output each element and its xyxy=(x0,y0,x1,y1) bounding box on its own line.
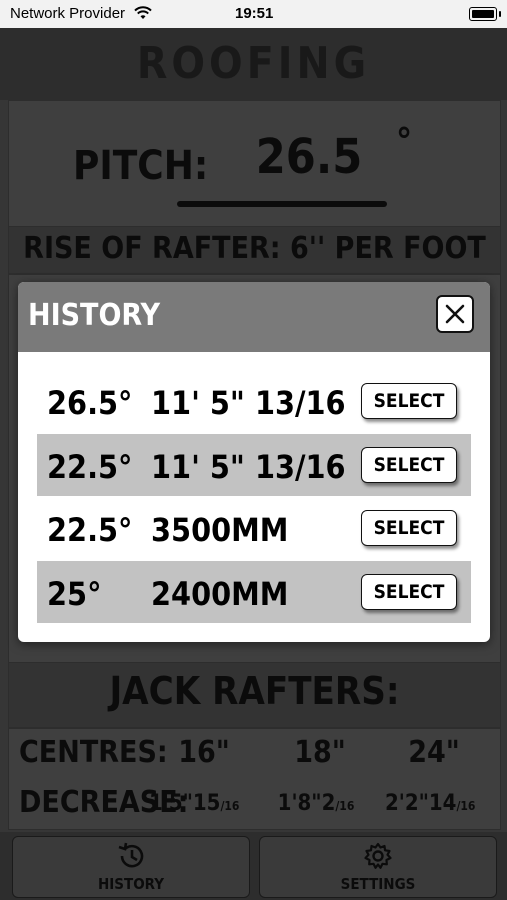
history-pitch: 22.5° xyxy=(47,511,133,549)
history-length: 3500MM xyxy=(151,511,289,549)
select-button[interactable]: SELECT xyxy=(361,447,457,483)
status-bar: Network Provider 19:51 xyxy=(0,0,507,28)
select-button[interactable]: SELECT xyxy=(361,510,457,546)
history-length: 11' 5" 13/16 xyxy=(151,448,346,486)
modal-title: HISTORY xyxy=(28,298,161,333)
history-pitch: 22.5° xyxy=(47,448,133,486)
carrier-label: Network Provider xyxy=(10,5,126,22)
close-icon xyxy=(445,304,465,324)
history-row: 22.5° 3500MM SELECT xyxy=(37,497,471,559)
select-button[interactable]: SELECT xyxy=(361,383,457,419)
history-length: 11' 5" 13/16 xyxy=(151,384,346,422)
modal-header: HISTORY xyxy=(18,282,490,352)
wifi-icon xyxy=(134,6,152,24)
history-row: 26.5° 11' 5" 13/16 SELECT xyxy=(37,370,471,432)
select-button[interactable]: SELECT xyxy=(361,574,457,610)
history-pitch: 26.5° xyxy=(47,384,133,422)
history-row: 25° 2400MM SELECT xyxy=(37,561,471,623)
close-button[interactable] xyxy=(436,295,474,333)
history-modal: HISTORY 26.5° 11' 5" 13/16 SELECT 22.5° … xyxy=(18,282,490,642)
history-pitch: 25° xyxy=(47,575,102,613)
battery-icon xyxy=(469,7,501,21)
history-length: 2400MM xyxy=(151,575,289,613)
clock: 19:51 xyxy=(235,5,274,22)
history-row: 22.5° 11' 5" 13/16 SELECT xyxy=(37,434,471,496)
